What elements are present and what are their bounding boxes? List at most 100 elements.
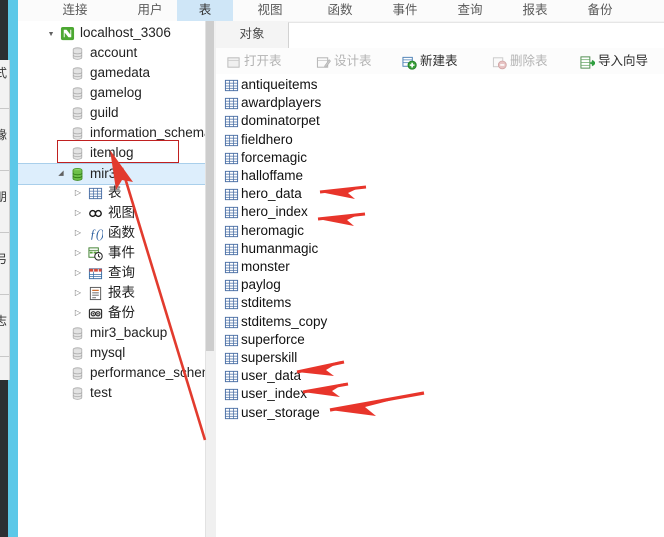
clipped-tab-glyph[interactable]: 缘 (0, 128, 9, 142)
expander-open-icon[interactable]: ▲ (46, 23, 56, 43)
tree-node-database-label: information_schema (90, 123, 212, 143)
table-list-item[interactable]: halloffame (216, 167, 664, 185)
clipped-tab-glyph[interactable]: 朋 (0, 190, 9, 204)
table-list-item[interactable]: hero_data (216, 185, 664, 203)
table-list-item[interactable]: user_storage (216, 404, 664, 422)
object-tab-content-area (288, 22, 664, 49)
tree-node-database-gamedata[interactable]: gamedata (18, 63, 215, 83)
database-icon (70, 106, 84, 120)
table-list-item[interactable]: fieldhero (216, 131, 664, 149)
main-menubar: 连接用户表视图函数事件查询报表备份 (18, 0, 664, 22)
tree-node-backup[interactable]: ▷ 备份 (18, 303, 215, 323)
tree-node-table[interactable]: ▷表 (18, 183, 215, 203)
report-icon (88, 286, 102, 300)
tree-scrollbar-thumb[interactable] (206, 21, 214, 351)
database-tree-panel[interactable]: ▲ localhost_3306accountgamedatagameloggui… (18, 21, 216, 537)
tree-node-function[interactable]: ▷ƒ()函数 (18, 223, 215, 243)
clipped-tab-glyph[interactable]: 弓 (0, 252, 9, 266)
table-list-item[interactable]: hero_index (216, 203, 664, 221)
menu-tab-3[interactable]: 视图 (242, 0, 298, 21)
table-list-item-label: forcemagic (241, 149, 307, 167)
table-list-item[interactable]: heromagic (216, 222, 664, 240)
table-list-item[interactable]: awardplayers (216, 94, 664, 112)
tree-node-query[interactable]: ▷ 查询 (18, 263, 215, 283)
table-list-item-label: superskill (241, 349, 297, 367)
menu-tab-7[interactable]: 报表 (507, 0, 563, 21)
event-icon (88, 246, 102, 260)
menu-tab-4[interactable]: 函数 (312, 0, 368, 21)
table-list-item[interactable]: user_data (216, 367, 664, 385)
tree-node-database-guild[interactable]: guild (18, 103, 215, 123)
tree-node-child-label: 查询 (108, 263, 135, 283)
tree-node-database-label: account (90, 43, 137, 63)
expander-collapsed-icon[interactable]: ▷ (73, 203, 83, 223)
table-list-item[interactable]: stditems (216, 294, 664, 312)
table-icon (224, 242, 237, 255)
table-list-item[interactable]: antiqueitems (216, 76, 664, 94)
table-icon (224, 369, 237, 382)
svg-text:ƒ(): ƒ() (90, 227, 103, 241)
database-icon (70, 46, 84, 60)
tree-node-database-mir3[interactable]: ◢mir3 (18, 163, 213, 185)
object-tabstrip: 对象 (216, 21, 664, 49)
menu-tab-2[interactable]: 表 (177, 0, 233, 21)
tree-node-connection[interactable]: ▲ localhost_3306 (18, 23, 215, 43)
tree-node-database-mysql[interactable]: mysql (18, 343, 215, 363)
expander-collapsed-icon[interactable]: ▷ (73, 183, 83, 203)
table-list-item[interactable]: superforce (216, 331, 664, 349)
tree-node-database-mir3_backup[interactable]: mir3_backup (18, 323, 215, 343)
expander-collapsed-icon[interactable]: ▷ (73, 243, 83, 263)
database-icon (70, 366, 84, 380)
table-list-item[interactable]: paylog (216, 276, 664, 294)
tree-node-database-information_schema[interactable]: information_schema (18, 123, 215, 143)
tab-object[interactable]: 对象 (216, 21, 288, 48)
table-list[interactable]: antiqueitemsawardplayersdominatorpetfiel… (216, 74, 664, 537)
tree-node-view[interactable]: ▷ 视图 (18, 203, 215, 223)
table-list-item-label: user_data (241, 367, 301, 385)
menu-tab-8[interactable]: 备份 (572, 0, 628, 21)
tree-node-report[interactable]: ▷报表 (18, 283, 215, 303)
table-list-item-label: monster (241, 258, 290, 276)
tree-node-database-gamelog[interactable]: gamelog (18, 83, 215, 103)
expander-open-icon[interactable]: ◢ (56, 164, 66, 184)
table-list-item[interactable]: user_index (216, 385, 664, 403)
table-icon (224, 169, 237, 182)
open-table-icon (226, 53, 241, 68)
menu-tab-1[interactable]: 用户 (122, 0, 178, 21)
tree-node-database-account[interactable]: account (18, 43, 215, 63)
tree-node-database-label: test (90, 383, 112, 403)
tree-node-connection-label: localhost_3306 (80, 23, 171, 43)
table-list-item-label: dominatorpet (241, 112, 320, 130)
table-list-item[interactable]: superskill (216, 349, 664, 367)
tree-node-database-label: itemlog (90, 143, 134, 163)
expander-collapsed-icon[interactable]: ▷ (73, 283, 83, 303)
expander-collapsed-icon[interactable]: ▷ (73, 263, 83, 283)
table-list-item[interactable]: monster (216, 258, 664, 276)
clipped-tab-glyph[interactable]: 式 (0, 66, 9, 80)
table-list-item-label: user_index (241, 385, 307, 403)
tree-node-child-label: 备份 (108, 303, 135, 323)
database-icon (70, 386, 84, 400)
table-icon (224, 96, 237, 109)
menu-tab-0[interactable]: 连接 (47, 0, 103, 21)
menu-tab-6[interactable]: 查询 (442, 0, 498, 21)
expander-collapsed-icon[interactable]: ▷ (73, 303, 83, 323)
table-list-item[interactable]: stditems_copy (216, 313, 664, 331)
tree-node-database-itemlog[interactable]: itemlog (18, 143, 215, 163)
backup-icon (88, 306, 102, 320)
tree-node-database-test[interactable]: test (18, 383, 215, 403)
toolbar-button-label: 导入向导 (598, 48, 648, 74)
tree-node-database-performance_schema[interactable]: performance_schema (18, 363, 215, 383)
table-list-item[interactable]: dominatorpet (216, 112, 664, 130)
expander-collapsed-icon[interactable]: ▷ (73, 223, 83, 243)
table-list-item-label: humanmagic (241, 240, 318, 258)
clipped-tab-glyph[interactable]: 志 (0, 314, 9, 328)
tree-node-child-label: 视图 (108, 203, 135, 223)
table-list-item[interactable]: forcemagic (216, 149, 664, 167)
menu-tab-5[interactable]: 事件 (377, 0, 433, 21)
table-list-item[interactable]: humanmagic (216, 240, 664, 258)
table-icon (224, 278, 237, 291)
table-icon (224, 151, 237, 164)
clipped-vertical-tab-column[interactable]: 式缘朋弓志 (0, 60, 10, 380)
tree-node-event[interactable]: ▷事件 (18, 243, 215, 263)
